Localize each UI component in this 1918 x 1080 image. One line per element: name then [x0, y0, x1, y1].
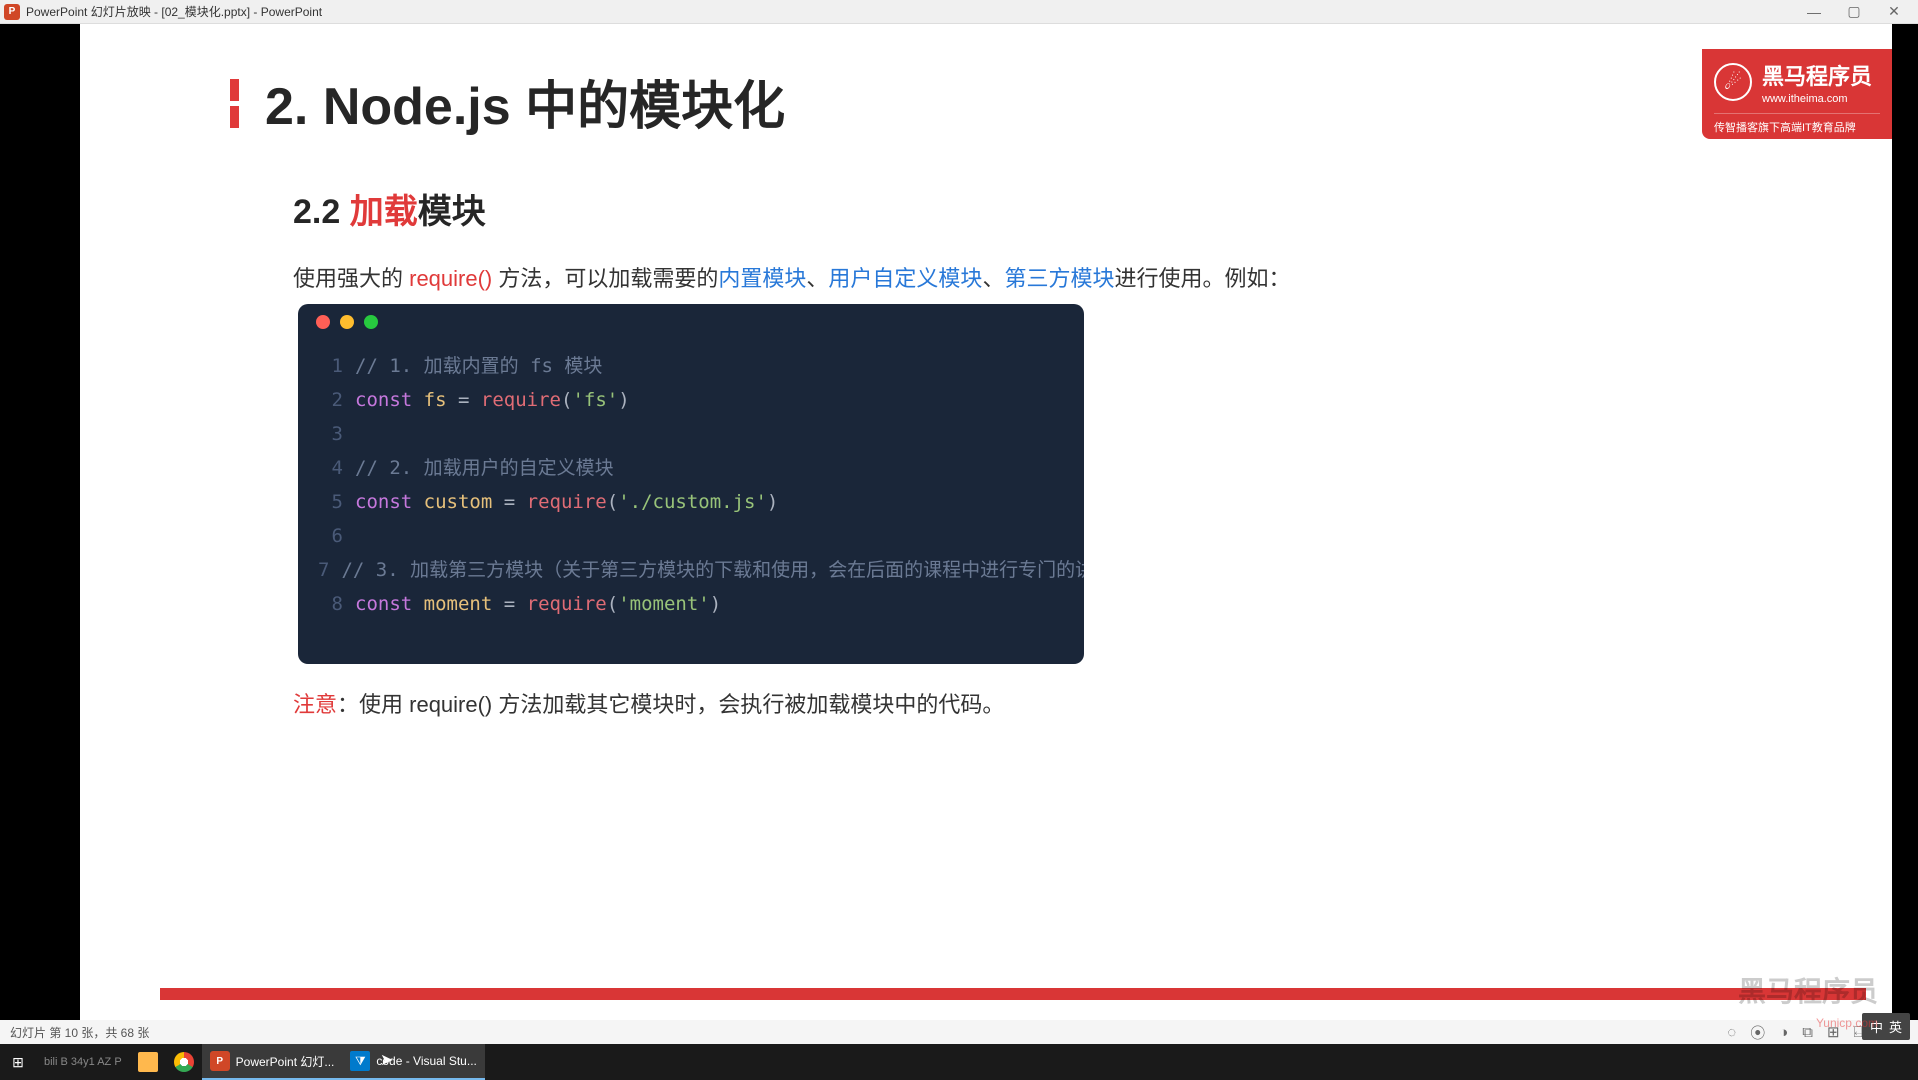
letterbox-left	[0, 24, 80, 1040]
powerpoint-taskbar-icon: P	[210, 1051, 230, 1071]
code-line: 1// 1. 加载内置的 fs 模块	[318, 349, 1084, 383]
window-title: PowerPoint 幻灯片放映 - [02_模块化.pptx] - Power…	[26, 3, 1804, 20]
slide-content: 2. Node.js 中的模块化 ☄ 黑马程序员 www.itheima.com…	[80, 24, 1892, 1040]
section-title: 2.2 加载模块	[293, 184, 486, 233]
close-button[interactable]: ✕	[1884, 4, 1904, 20]
letterbox-right	[1892, 24, 1918, 1040]
code-line: 8const moment = require('moment')	[318, 587, 1084, 621]
vscode-taskbar-button[interactable]: ⧩ code - Visual Stu...	[342, 1044, 485, 1080]
powerpoint-taskbar-button[interactable]: P PowerPoint 幻灯...	[202, 1044, 343, 1080]
vscode-icon: ⧩	[350, 1051, 370, 1071]
bili-text: bili B 34y1 AZ P	[36, 1044, 130, 1080]
code-window-dots	[298, 304, 1084, 339]
taskbar: ⊞ bili B 34y1 AZ P P PowerPoint 幻灯... ⧩ …	[0, 1044, 1918, 1080]
vscode-taskbar-label: code - Visual Stu...	[376, 1054, 477, 1068]
code-line: 7// 3. 加载第三方模块（关于第三方模块的下载和使用，会在后面的课程中进行专…	[318, 553, 1084, 587]
view-mode-button[interactable]: ◌	[1727, 1024, 1736, 1041]
code-line: 5const custom = require('./custom.js')	[318, 485, 1084, 519]
dot-yellow-icon	[340, 315, 354, 329]
view-mode-button[interactable]: ⊞	[1827, 1023, 1840, 1041]
chrome-button[interactable]	[166, 1044, 202, 1080]
maximize-button[interactable]: ▢	[1844, 4, 1864, 20]
code-line: 2const fs = require('fs')	[318, 383, 1084, 417]
brand-box: ☄ 黑马程序员 www.itheima.com 传智播客旗下高端IT教育品牌	[1702, 49, 1892, 139]
title-bar: P PowerPoint 幻灯片放映 - [02_模块化.pptx] - Pow…	[0, 0, 1918, 24]
dot-red-icon	[316, 315, 330, 329]
brand-logo-icon: ☄	[1714, 63, 1752, 101]
code-block: 1// 1. 加载内置的 fs 模块2const fs = require('f…	[298, 304, 1084, 664]
note-text: 注意：使用 require() 方法加载其它模块时，会执行被加载模块中的代码。	[293, 687, 1004, 719]
status-bar: 幻灯片 第 10 张，共 68 张 ◌⦿◑⧉⊞⍇⫿⊡	[0, 1020, 1918, 1044]
slide-counter: 幻灯片 第 10 张，共 68 张	[10, 1024, 149, 1041]
slide-area[interactable]: 2. Node.js 中的模块化 ☄ 黑马程序员 www.itheima.com…	[0, 24, 1918, 1040]
minimize-button[interactable]: —	[1804, 4, 1824, 20]
view-mode-button[interactable]: ⧉	[1802, 1024, 1813, 1041]
windows-icon: ⊞	[8, 1052, 28, 1072]
dot-green-icon	[364, 315, 378, 329]
view-mode-button[interactable]: ◑	[1779, 1024, 1788, 1041]
title-decoration	[230, 79, 239, 133]
code-body: 1// 1. 加载内置的 fs 模块2const fs = require('f…	[298, 339, 1084, 621]
brand-name: 黑马程序员	[1762, 59, 1872, 91]
paragraph-intro: 使用强大的 require() 方法，可以加载需要的内置模块、用户自定义模块、第…	[293, 261, 1290, 293]
brand-tagline: 传智播客旗下高端IT教育品牌	[1714, 113, 1880, 135]
folder-icon	[138, 1052, 158, 1072]
view-mode-button[interactable]: ⦿	[1750, 1022, 1765, 1043]
code-line: 4// 2. 加载用户的自定义模块	[318, 451, 1084, 485]
code-line: 3	[318, 417, 1084, 451]
powerpoint-icon: P	[4, 4, 20, 20]
code-line: 6	[318, 519, 1084, 553]
window-controls: — ▢ ✕	[1804, 4, 1914, 20]
slide-heading: 2. Node.js 中的模块化	[265, 64, 785, 139]
file-explorer-button[interactable]	[130, 1044, 166, 1080]
start-button[interactable]: ⊞	[0, 1044, 36, 1080]
chrome-icon	[174, 1052, 194, 1072]
brand-url: www.itheima.com	[1762, 93, 1872, 105]
footer-stripe	[160, 988, 1866, 1000]
powerpoint-taskbar-label: PowerPoint 幻灯...	[236, 1053, 335, 1070]
ime-indicator[interactable]: 中英	[1862, 1013, 1910, 1040]
